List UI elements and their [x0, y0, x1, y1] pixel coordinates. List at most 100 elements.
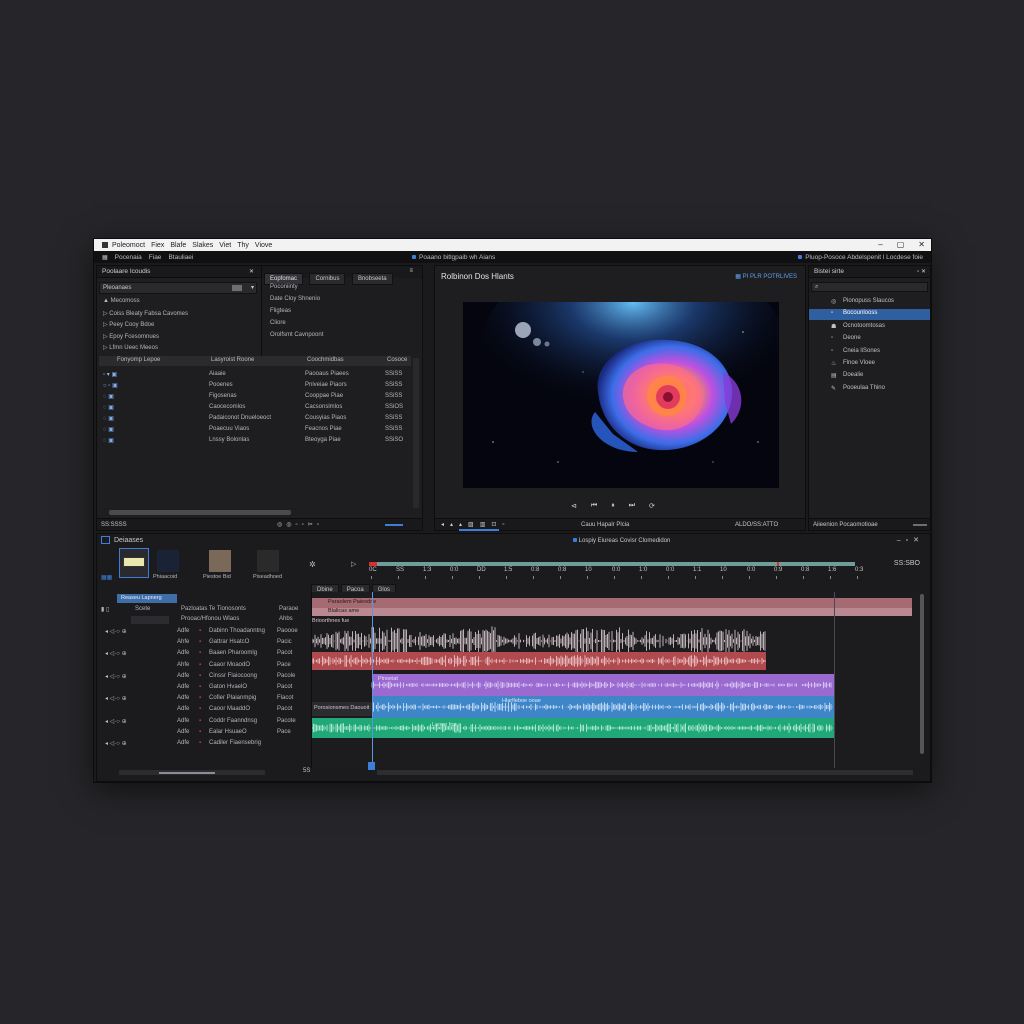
window-controls[interactable]: –▫✕ — [897, 536, 924, 544]
tree-item[interactable]: ▷ Lfmn Ueec Meeos — [103, 344, 158, 351]
track-controls-icon[interactable]: ◂ ◁·○ ⊕ — [105, 718, 127, 725]
row-icons[interactable]: ◌ ▣ — [103, 437, 114, 444]
menu-item[interactable]: Blafe — [170, 242, 186, 249]
zoom-slider[interactable] — [385, 524, 403, 526]
audio-clip-red[interactable] — [312, 652, 766, 670]
tab-contents[interactable]: Cornibus — [309, 273, 346, 285]
timeline-tracks-area[interactable]: Paraolem Paieodne Blalicas ame Brioorthn… — [311, 592, 921, 770]
playhead-line[interactable] — [372, 592, 373, 768]
list-item[interactable]: Cliore — [270, 320, 286, 326]
row-icons[interactable]: ◌ ▣ — [103, 415, 114, 422]
vertical-scrollbar[interactable] — [413, 358, 419, 508]
track-controls-icon[interactable]: ◂ ◁·○ ⊕ — [105, 650, 127, 657]
effects-item[interactable]: ◎ Pionopuss Slaucos — [809, 297, 930, 308]
audio-clip-green[interactable] — [312, 718, 834, 738]
table-row[interactable]: ◌ ▣ Lnssy Bolonlas Bteoyga Piae SSiSO — [99, 437, 409, 447]
track-list-scrollbar[interactable] — [119, 770, 265, 775]
track-header[interactable]: ◂ ◁·○ ⊕ Adfe Cinssr Flaiocoong Pacole ▪ — [101, 673, 311, 683]
tree-item[interactable]: ▲ Mecomoss — [103, 298, 140, 304]
column-header[interactable]: Fonyomp Lepoe — [117, 357, 160, 363]
tree-item[interactable]: ▷ Epoy Fcesomnues — [103, 333, 159, 340]
track-target-icon[interactable]: ▪ — [199, 718, 201, 724]
previous-frame-icon[interactable]: ⏮ — [591, 502, 597, 510]
search-input[interactable]: Pleoanaes ▾ — [99, 282, 257, 294]
horizontal-scrollbar[interactable] — [109, 510, 291, 515]
table-row[interactable]: ◌ ▣ Caocecomlos Cacsonslmlos SSiOS — [99, 404, 409, 414]
track-header[interactable]: ◂ ◁·○ ⊕ Adfe Coddr Faanndnsg Pacote ▪ — [101, 718, 311, 728]
viewer-tools-icon[interactable]: ◂▴▴▨▥⊡▫ — [441, 521, 511, 528]
track-target-icon[interactable]: ▪ — [199, 740, 201, 746]
footer-tools-icon[interactable]: ◎◎▫▫✂▫ — [277, 521, 323, 528]
list-item[interactable]: Date Cloy Shnenio — [270, 296, 320, 302]
effects-slider[interactable] — [913, 524, 927, 526]
table-row[interactable]: ◌ ▣ Figosenas Cooppae Piae SSiSS — [99, 393, 409, 403]
bin-thumbnail[interactable] — [157, 550, 179, 572]
track-target-icon[interactable]: ▪ — [199, 628, 201, 634]
out-point-marker[interactable] — [777, 562, 779, 566]
timeline-vertical-scrollbar[interactable] — [920, 594, 924, 754]
bin-thumbnail[interactable] — [209, 550, 231, 572]
effects-item[interactable]: ☗ Ocnotoomtosas — [809, 322, 930, 333]
menu-item[interactable]: Viet — [219, 242, 231, 249]
chevron-down-icon[interactable]: ▾ — [251, 284, 254, 291]
track-header[interactable]: ◂ ◁·○ ⊕ Adfe Cofier Plaianmpig Flacot ▪ — [101, 695, 311, 705]
bin-thumbnail-selected[interactable] — [119, 548, 149, 578]
effects-item[interactable]: ▫ Bocounlooss — [809, 309, 930, 321]
maximize-icon[interactable]: ▢ — [897, 239, 905, 251]
bin-view-icon[interactable]: ▦▦ — [101, 574, 112, 581]
track-header-tab[interactable]: Reaseu Lapnerg — [117, 594, 177, 603]
step-back-icon[interactable]: ⊲ — [571, 502, 577, 510]
table-row[interactable]: ◌ ▣ Poaecuu Viaos Feacnos Piae SSiSS — [99, 426, 409, 436]
track-controls-icon[interactable]: ◂ ◁·○ ⊕ — [105, 740, 127, 747]
track-controls-icon[interactable]: ◂ ◁·○ ⊕ — [105, 673, 127, 680]
close-icon[interactable]: ▫ ✕ — [917, 268, 926, 275]
table-row[interactable]: ○ ▫ ▣ Pooenes Pniveiae Piaors SSiSS — [99, 382, 409, 392]
audio-clip-blue[interactable] — [371, 696, 834, 718]
marker-icon[interactable]: ▷ — [351, 560, 356, 568]
audio-clip-purple[interactable] — [371, 674, 834, 696]
row-icons[interactable]: ◌ ▣ — [103, 393, 114, 400]
workspace-tab[interactable]: Btauliaei — [168, 254, 193, 261]
time-ruler[interactable]: 0C SS 1:3 0:0 DD 1:5 0:8 0:8 10 0:0 1:0 0:0 1:1 10 0:0… — [369, 567, 889, 579]
tab-browser[interactable]: Bnobseeta — [351, 273, 393, 285]
column-header[interactable]: Lasyroist Roone — [211, 357, 254, 363]
track-header[interactable]: ◂ ◁·○ ⊕ Adfe Baaen Pharoomlg Pacot ▪ — [101, 650, 311, 660]
row-icons[interactable]: ○ ▫ ▣ — [103, 382, 118, 389]
lock-icon[interactable]: ▮ ▯ — [101, 606, 109, 613]
track-target-icon[interactable]: ▪ — [199, 684, 201, 690]
list-item[interactable]: Orolfsmt Cavnpoont — [270, 332, 323, 338]
settings-icon[interactable]: ✲ — [309, 560, 316, 569]
menu-item[interactable]: Poleomoct — [112, 242, 145, 249]
menu-item[interactable]: Thy — [237, 242, 249, 249]
track-header[interactable]: Adfe Ealar HsuaeO Pace ▪ — [101, 729, 311, 739]
close-icon[interactable]: ✕ — [249, 268, 254, 275]
workspace-tab[interactable]: Fiae — [149, 254, 162, 261]
next-frame-icon[interactable]: ⏭ — [629, 502, 635, 510]
track-target-icon[interactable]: ▪ — [199, 639, 201, 645]
track-header[interactable]: Ahfe Caaor MoaodO Pace ▪ — [101, 662, 311, 672]
menu-item[interactable]: Fiex — [151, 242, 164, 249]
workspace-tab[interactable]: Pocenaia — [115, 254, 142, 261]
effects-item[interactable]: ▫ Deone — [809, 334, 930, 345]
audio-clip-white[interactable] — [312, 626, 766, 656]
in-point-marker[interactable] — [369, 562, 377, 566]
pause-icon[interactable]: ⏸ — [611, 502, 615, 510]
bin-thumbnail[interactable] — [257, 550, 279, 572]
list-item[interactable]: Fligteas — [270, 308, 291, 314]
row-icons[interactable]: ◌ ▣ — [103, 426, 114, 433]
tree-item[interactable]: ▷ Peey Cooy Bdoe — [103, 321, 154, 328]
viewer-scrubber[interactable] — [459, 529, 499, 531]
minimize-icon[interactable]: – — [878, 239, 882, 251]
playhead-handle[interactable] — [368, 762, 375, 770]
timeline-horizontal-scrollbar[interactable] — [377, 770, 913, 775]
track-target-icon[interactable]: ▪ — [199, 706, 201, 712]
track-target-icon[interactable]: ▪ — [199, 673, 201, 679]
track-target-icon[interactable]: ▪ — [199, 729, 201, 735]
list-item[interactable]: Poconiinty — [270, 284, 298, 290]
effects-item[interactable]: ♨ Flnoe Vloee — [809, 359, 930, 370]
program-badge[interactable]: ▦ PI PLR POTRLIVES — [735, 273, 797, 280]
track-header[interactable]: Adfe Caoor MaaddO Pacot ▪ — [101, 706, 311, 716]
column-header[interactable]: Cosoce — [387, 357, 407, 363]
menu-item[interactable]: Viove — [255, 242, 272, 249]
tree-item[interactable]: ▷ Coiss Bleaty Fabsa Cavomes — [103, 310, 188, 317]
